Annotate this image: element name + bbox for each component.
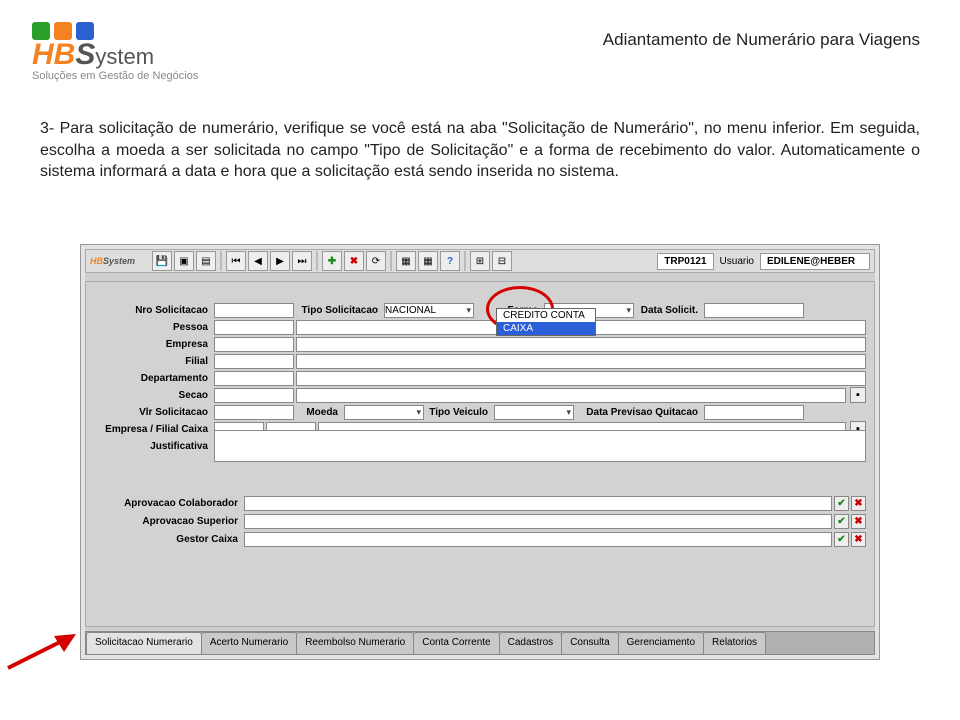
toolbar-btn-3[interactable]: ▤ bbox=[196, 251, 216, 271]
app-logo: HBSystem bbox=[90, 252, 150, 270]
screen-code: TRP0121 bbox=[657, 253, 713, 270]
input-aprovacao-colaborador[interactable] bbox=[244, 496, 832, 511]
instruction-paragraph: 3- Para solicitação de numerário, verifi… bbox=[40, 118, 920, 183]
app-window: HBSystem 💾 ▣ ▤ ⏮ ◀ ▶ ⏭ ✚ ✖ ⟳ ▦ ▦ ? ⊞ ⊟ T… bbox=[80, 244, 880, 660]
tab-conta-corrente[interactable]: Conta Corrente bbox=[413, 632, 499, 654]
label-justificativa: Justificativa bbox=[94, 441, 214, 452]
label-departamento: Departamento bbox=[94, 373, 214, 384]
select-tipo-solicitacao[interactable]: NACIONAL bbox=[384, 303, 474, 318]
toolbar-help-icon[interactable]: ? bbox=[440, 251, 460, 271]
lookup-secao-icon[interactable]: ▪ bbox=[850, 387, 866, 403]
label-nro-solicitacao: Nro Solicitacao bbox=[94, 305, 214, 316]
input-gestor-caixa[interactable] bbox=[244, 532, 832, 547]
tab-relatorios[interactable]: Relatorios bbox=[703, 632, 766, 654]
label-data-previsao: Data Previsao Quitacao bbox=[574, 407, 704, 418]
input-data-solicit[interactable] bbox=[704, 303, 804, 318]
toolbar-grid1-icon[interactable]: ▦ bbox=[396, 251, 416, 271]
label-gestor-caixa: Gestor Caixa bbox=[94, 534, 244, 545]
bottom-tabs: Solicitacao Numerario Acerto Numerario R… bbox=[85, 631, 875, 655]
toolbar-tool2-icon[interactable]: ⊟ bbox=[492, 251, 512, 271]
approve-superior-button[interactable]: ✔ bbox=[834, 514, 849, 529]
toolbar-prev-icon[interactable]: ◀ bbox=[248, 251, 268, 271]
forma-dropdown-list[interactable]: CREDITO CONTA CAIXA bbox=[496, 308, 596, 336]
input-secao-code[interactable] bbox=[214, 388, 294, 403]
tab-consulta[interactable]: Consulta bbox=[561, 632, 618, 654]
label-tipo-veiculo: Tipo Veiculo bbox=[424, 407, 494, 418]
label-aprovacao-colaborador: Aprovacao Colaborador bbox=[94, 498, 244, 509]
input-justificativa[interactable] bbox=[214, 430, 866, 462]
approve-gestor-button[interactable]: ✔ bbox=[834, 532, 849, 547]
toolbar-tool1-icon[interactable]: ⊞ bbox=[470, 251, 490, 271]
toolbar-next-icon[interactable]: ▶ bbox=[270, 251, 290, 271]
user-label: Usuario bbox=[720, 256, 754, 267]
input-secao-name[interactable] bbox=[296, 388, 846, 403]
label-pessoa: Pessoa bbox=[94, 322, 214, 333]
app-toolbar: HBSystem 💾 ▣ ▤ ⏮ ◀ ▶ ⏭ ✚ ✖ ⟳ ▦ ▦ ? ⊞ ⊟ T… bbox=[85, 249, 875, 273]
toolbar-save-icon[interactable]: 💾 bbox=[152, 251, 172, 271]
input-departamento-name[interactable] bbox=[296, 371, 866, 386]
approve-colaborador-button[interactable]: ✔ bbox=[834, 496, 849, 511]
input-vlr-solicitacao[interactable] bbox=[214, 405, 294, 420]
label-aprovacao-superior: Aprovacao Superior bbox=[94, 516, 244, 527]
reject-superior-button[interactable]: ✖ bbox=[851, 514, 866, 529]
tab-reembolso-numerario[interactable]: Reembolso Numerario bbox=[296, 632, 414, 654]
page-title: Adiantamento de Numerário para Viagens bbox=[603, 30, 920, 50]
select-tipo-veiculo[interactable] bbox=[494, 405, 574, 420]
arrow-indicator-tabs bbox=[4, 632, 84, 672]
input-aprovacao-superior[interactable] bbox=[244, 514, 832, 529]
toolbar-delete-icon[interactable]: ✖ bbox=[344, 251, 364, 271]
company-logo: HBSystem Soluções em Gestão de Negócios bbox=[32, 22, 242, 82]
label-tipo-solicitacao: Tipo Solicitacao bbox=[294, 305, 384, 316]
input-empresa-name[interactable] bbox=[296, 337, 866, 352]
input-filial-name[interactable] bbox=[296, 354, 866, 369]
label-secao: Secao bbox=[94, 390, 214, 401]
forma-option-caixa[interactable]: CAIXA bbox=[497, 322, 595, 335]
input-empresa-code[interactable] bbox=[214, 337, 294, 352]
form-panel: Nro Solicitacao Tipo Solicitacao NACIONA… bbox=[85, 281, 875, 627]
label-vlr-solicitacao: Vlr Solicitacao bbox=[94, 407, 214, 418]
input-data-previsao[interactable] bbox=[704, 405, 804, 420]
label-data-solicit: Data Solicit. bbox=[634, 305, 704, 316]
input-pessoa-code[interactable] bbox=[214, 320, 294, 335]
select-moeda[interactable] bbox=[344, 405, 424, 420]
tab-acerto-numerario[interactable]: Acerto Numerario bbox=[201, 632, 297, 654]
input-nro-solicitacao[interactable] bbox=[214, 303, 294, 318]
toolbar-grid2-icon[interactable]: ▦ bbox=[418, 251, 438, 271]
tab-gerenciamento[interactable]: Gerenciamento bbox=[618, 632, 704, 654]
select-tipo-solicitacao-value: NACIONAL bbox=[385, 305, 436, 316]
toolbar-first-icon[interactable]: ⏮ bbox=[226, 251, 246, 271]
toolbar-add-icon[interactable]: ✚ bbox=[322, 251, 342, 271]
label-filial: Filial bbox=[94, 356, 214, 367]
input-filial-code[interactable] bbox=[214, 354, 294, 369]
input-departamento-code[interactable] bbox=[214, 371, 294, 386]
user-value: EDILENE@HEBER bbox=[760, 253, 870, 270]
label-moeda: Moeda bbox=[294, 407, 344, 418]
label-empresa-filial-caixa: Empresa / Filial Caixa bbox=[94, 424, 214, 435]
tab-solicitacao-numerario[interactable]: Solicitacao Numerario bbox=[86, 632, 202, 654]
toolbar-btn-2[interactable]: ▣ bbox=[174, 251, 194, 271]
reject-gestor-button[interactable]: ✖ bbox=[851, 532, 866, 547]
toolbar-last-icon[interactable]: ⏭ bbox=[292, 251, 312, 271]
label-empresa: Empresa bbox=[94, 339, 214, 350]
logo-tagline: Soluções em Gestão de Negócios bbox=[32, 70, 242, 82]
tab-cadastros[interactable]: Cadastros bbox=[499, 632, 563, 654]
reject-colaborador-button[interactable]: ✖ bbox=[851, 496, 866, 511]
toolbar-refresh-icon[interactable]: ⟳ bbox=[366, 251, 386, 271]
forma-option-credito[interactable]: CREDITO CONTA bbox=[497, 309, 595, 322]
